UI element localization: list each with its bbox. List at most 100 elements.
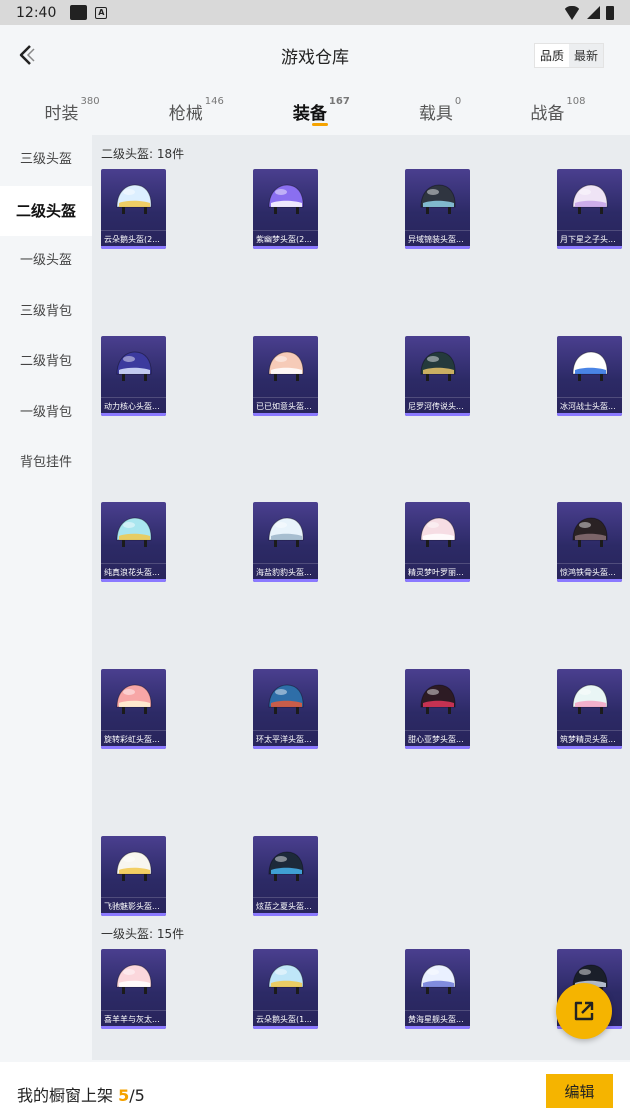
tab-label: 装备 (292, 104, 327, 124)
helmet-icon (268, 184, 304, 214)
helmet-icon (572, 684, 608, 714)
subcategory-sidebar: 三级头盔 二级头盔 一级头盔 三级背包 二级背包 一级背包 背包挂件 (0, 135, 92, 1060)
item-name: 尼罗河传说头... (405, 397, 470, 412)
item-card[interactable]: 云朵鹅头盔(2... (101, 169, 166, 249)
item-card[interactable]: 海盐豹豹头盔... (253, 502, 318, 582)
helmet-icon (268, 517, 304, 547)
item-name: 云朵鹅头盔(2... (101, 230, 166, 245)
item-card[interactable]: 精灵梦叶罗丽... (405, 502, 470, 582)
item-name: 喜羊羊与灰太... (101, 1010, 166, 1025)
item-card[interactable]: 飞驰魅影头盔... (101, 836, 166, 916)
helmet-icon (116, 184, 152, 214)
item-name: 旋转彩虹头盔... (101, 730, 166, 745)
tab-count: 0 (454, 96, 462, 108)
item-card[interactable]: 月下星之子头... (557, 169, 622, 249)
tab-fashion[interactable]: 时装380 (45, 85, 100, 135)
tab-vehicles[interactable]: 载具0 (419, 85, 461, 135)
item-name: 月下星之子头... (557, 230, 622, 245)
sidebar-item-level2-helmet[interactable]: 二级头盔 (0, 185, 92, 236)
sort-quality-button[interactable]: 品质 (534, 44, 569, 67)
item-name: 已已如意头盔... (253, 397, 318, 412)
item-card[interactable]: 已已如意头盔... (253, 336, 318, 416)
tab-label: 战备 (530, 104, 565, 124)
showcase-current: 5 (118, 1086, 130, 1105)
sidebar-item-level1-backpack[interactable]: 一级背包 (0, 388, 92, 439)
sidebar-item-level2-backpack[interactable]: 二级背包 (0, 337, 92, 388)
page-header: 游戏仓库 品质 最新 (0, 25, 630, 85)
showcase-label: 我的橱窗上架 5/5 (17, 1082, 145, 1106)
item-name: 炫蓝之夏头盔... (253, 897, 318, 912)
item-name: 甜心亚梦头盔... (405, 730, 470, 745)
sidebar-item-level1-helmet[interactable]: 一级头盔 (0, 236, 92, 287)
tab-count: 108 (566, 96, 586, 108)
sidebar-item-level3-backpack[interactable]: 三级背包 (0, 287, 92, 338)
notification-icon (70, 5, 88, 20)
helmet-icon (116, 351, 152, 381)
helmet-icon (420, 351, 456, 381)
item-card[interactable]: 喜羊羊与灰太... (101, 949, 166, 1029)
item-grid: 二级头盔: 18件 一级头盔: 15件 云朵鹅头盔(2... 紫幽梦头盔(2...… (92, 135, 630, 1060)
item-card[interactable]: 冰河战士头盔... (557, 336, 622, 416)
category-tabs: 时装380 枪械146 装备167 载具0 战备108 (0, 85, 630, 135)
wifi-icon (563, 5, 581, 20)
tab-supplies[interactable]: 战备108 (530, 85, 585, 135)
item-name: 筑梦精灵头盔... (557, 730, 622, 745)
tab-label: 载具 (418, 104, 453, 124)
status-time: 12:40 (16, 4, 57, 21)
item-name: 惊鸿铁骨头盔... (557, 563, 622, 578)
item-card[interactable]: 环太平洋头盔... (253, 669, 318, 749)
helmet-icon (420, 964, 456, 994)
sort-toggle: 品质 最新 (533, 43, 604, 68)
tab-equipment[interactable]: 装备167 (293, 85, 350, 135)
tab-label: 时装 (44, 104, 79, 124)
helmet-icon (420, 184, 456, 214)
helmet-icon (116, 517, 152, 547)
helmet-icon (572, 351, 608, 381)
sidebar-item-level3-helmet[interactable]: 三级头盔 (0, 135, 92, 186)
item-card[interactable]: 炫蓝之夏头盔... (253, 836, 318, 916)
item-name: 飞驰魅影头盔... (101, 897, 166, 912)
item-name: 黄海星舰头盔... (405, 1010, 470, 1025)
item-card[interactable]: 甜心亚梦头盔... (405, 669, 470, 749)
item-card[interactable]: 紫幽梦头盔(2... (253, 169, 318, 249)
helmet-icon (572, 517, 608, 547)
item-card[interactable]: 尼罗河传说头... (405, 336, 470, 416)
showcase-label-text: 我的橱窗上架 (17, 1086, 119, 1105)
external-link-icon (574, 1001, 594, 1021)
item-card[interactable]: 黄海星舰头盔... (405, 949, 470, 1029)
helmet-icon (268, 964, 304, 994)
item-name: 冰河战士头盔... (557, 397, 622, 412)
item-card[interactable]: 惊鸿铁骨头盔... (557, 502, 622, 582)
item-card[interactable]: 异域锦装头盔... (405, 169, 470, 249)
helmet-icon (268, 851, 304, 881)
battery-icon (606, 5, 614, 20)
status-bar: 12:40 A (0, 0, 630, 25)
item-card[interactable]: 纯真浪花头盔... (101, 502, 166, 582)
tab-guns[interactable]: 枪械146 (169, 85, 224, 135)
share-button[interactable] (556, 983, 612, 1039)
section-title: 二级头盔: 18件 (101, 147, 185, 161)
tab-count: 167 (328, 96, 350, 108)
helmet-icon (420, 517, 456, 547)
edit-button[interactable]: 编辑 (546, 1074, 613, 1108)
tab-label: 枪械 (168, 104, 203, 124)
showcase-bar: 我的橱窗上架 5/5 编辑 (0, 1062, 630, 1120)
item-name: 异域锦装头盔... (405, 230, 470, 245)
item-card[interactable]: 旋转彩虹头盔... (101, 669, 166, 749)
item-card[interactable]: 云朵鹅头盔(1... (253, 949, 318, 1029)
item-name: 环太平洋头盔... (253, 730, 318, 745)
sidebar-item-backpack-charm[interactable]: 背包挂件 (0, 438, 92, 489)
helmet-icon (268, 684, 304, 714)
sort-newest-button[interactable]: 最新 (569, 44, 603, 67)
signal-icon (587, 6, 600, 19)
item-card[interactable]: 动力核心头盔... (101, 336, 166, 416)
showcase-total: 5 (134, 1086, 145, 1105)
tab-count: 380 (80, 96, 100, 108)
item-card[interactable]: 筑梦精灵头盔... (557, 669, 622, 749)
helmet-icon (116, 684, 152, 714)
item-name: 云朵鹅头盔(1... (253, 1010, 318, 1025)
item-name: 精灵梦叶罗丽... (405, 563, 470, 578)
app-badge-icon: A (95, 6, 108, 19)
helmet-icon (268, 351, 304, 381)
helmet-icon (116, 851, 152, 881)
